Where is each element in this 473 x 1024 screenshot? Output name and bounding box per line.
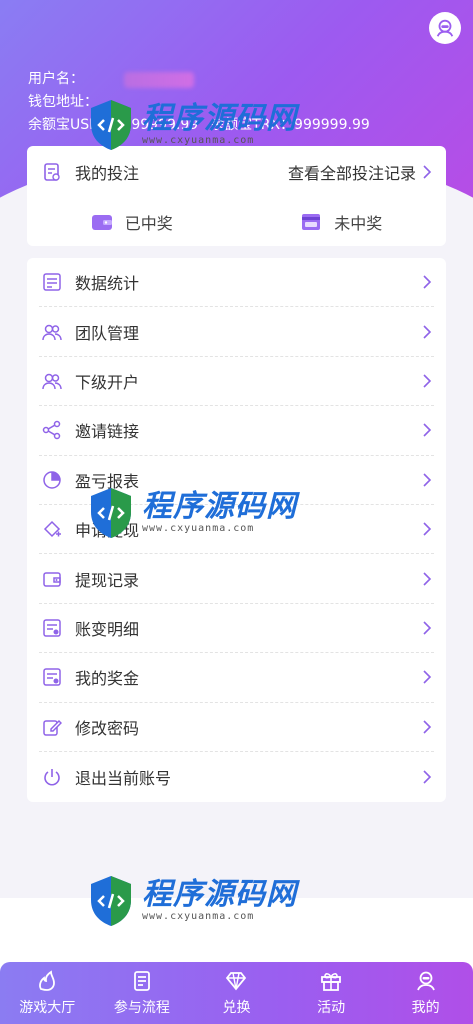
profile-icon [416,971,435,991]
chevron-right-icon [422,669,434,685]
menu-label: 邀请链接 [75,422,140,442]
support-icon [436,19,454,37]
menu-label: 提现记录 [75,570,140,590]
gift-icon [321,973,341,991]
menu-label: 退出当前账号 [75,768,172,788]
menu-item-my-bonus[interactable]: 我的奖金 [39,653,434,703]
menu-item-withdraw-records[interactable]: 提现记录 [39,554,434,604]
my-bets-row[interactable]: 我的投注 查看全部投注记录 [27,146,446,198]
username-label: 用户名： [28,71,84,87]
stats-doc-icon [41,271,63,293]
menu-label: 修改密码 [75,718,140,738]
chevron-right-icon [422,422,434,438]
team-icon [41,321,63,343]
bet-list-icon [41,161,63,183]
chevron-right-icon [422,164,434,180]
won-bets-tab[interactable]: 已中奖 [27,198,237,246]
bottom-navigation: 游戏大厅 参与流程 兑换 活动 我的 [0,962,473,1024]
wallet-address-label: 钱包地址： [28,94,98,110]
won-wallet-icon [91,215,112,230]
nav-label: 游戏大厅 [19,1000,76,1016]
menu-item-profit-report[interactable]: 盈亏报表 [39,456,434,505]
wallet-icon [41,568,63,590]
chevron-right-icon [422,571,434,587]
won-bets-label: 已中奖 [124,214,173,233]
menu-item-team[interactable]: 团队管理 [39,307,434,357]
menu-label: 下级开户 [75,372,140,392]
chevron-right-icon [422,373,434,389]
not-won-bets-label: 未中奖 [334,214,383,233]
menu-label: 数据统计 [75,274,140,294]
chevron-right-icon [422,472,434,488]
chevron-right-icon [422,620,434,636]
menu-item-change-password[interactable]: 修改密码 [39,703,434,752]
nav-mine[interactable]: 我的 [378,962,473,1024]
menu-label: 盈亏报表 [75,471,140,491]
nav-game-hall[interactable]: 游戏大厅 [0,962,95,1024]
chevron-right-icon [422,769,434,785]
chevron-right-icon [422,719,434,735]
menu-item-account-changes[interactable]: 账变明细 [39,604,434,654]
edit-password-icon [41,716,63,738]
nav-label: 兑换 [222,1000,251,1016]
not-won-card-icon [302,214,321,230]
chevron-right-icon [422,521,434,537]
nav-process[interactable]: 参与流程 [95,962,190,1024]
nav-exchange[interactable]: 兑换 [189,962,284,1024]
power-icon [41,766,63,788]
my-bets-title: 我的投注 [75,164,140,183]
nav-label: 参与流程 [113,1000,170,1016]
customer-service-avatar-button[interactable] [429,12,461,44]
game-hall-icon [39,970,56,991]
ledger-icon [41,617,63,639]
nav-label: 我的 [411,1000,440,1016]
menu-item-stats[interactable]: 数据统计 [39,258,434,308]
balance-trx: 余额宝TRX：999999.99 [210,117,370,133]
username-value-blurred [124,72,194,88]
user-info: 用户名： 钱包地址： 余额宝USDT：999999.99 余额宝TRX：9999… [28,68,370,137]
view-all-bets-link[interactable]: 查看全部投注记录 [288,160,416,184]
nav-label: 活动 [317,1000,346,1016]
menu-item-logout[interactable]: 退出当前账号 [39,752,434,801]
menu-label: 团队管理 [75,323,140,343]
chevron-right-icon [422,274,434,290]
menu-label: 申请提现 [75,521,140,541]
process-icon [133,971,150,991]
menu-item-sub-account[interactable]: 下级开户 [39,357,434,407]
balance-usdt: 余额宝USDT：999999.99 [28,117,199,133]
withdraw-apply-icon [41,518,63,540]
bonus-icon [41,666,63,688]
nav-activity[interactable]: 活动 [284,962,379,1024]
share-icon [41,419,63,441]
menu-label: 账变明细 [75,619,140,639]
menu-list: 数据统计 团队管理 下级开户 邀请链接 盈亏报表 申请提现 提现记录 账变明细 [27,258,446,802]
not-won-bets-tab[interactable]: 未中奖 [237,198,447,246]
menu-item-withdraw-apply[interactable]: 申请提现 [39,505,434,555]
menu-label: 我的奖金 [75,669,140,689]
sub-account-icon [41,370,63,392]
menu-item-invite-link[interactable]: 邀请链接 [39,406,434,456]
my-bets-card: 我的投注 查看全部投注记录 已中奖 未中奖 [27,146,446,246]
diamond-icon [226,972,247,991]
chevron-right-icon [422,324,434,340]
pie-chart-icon [41,469,63,491]
